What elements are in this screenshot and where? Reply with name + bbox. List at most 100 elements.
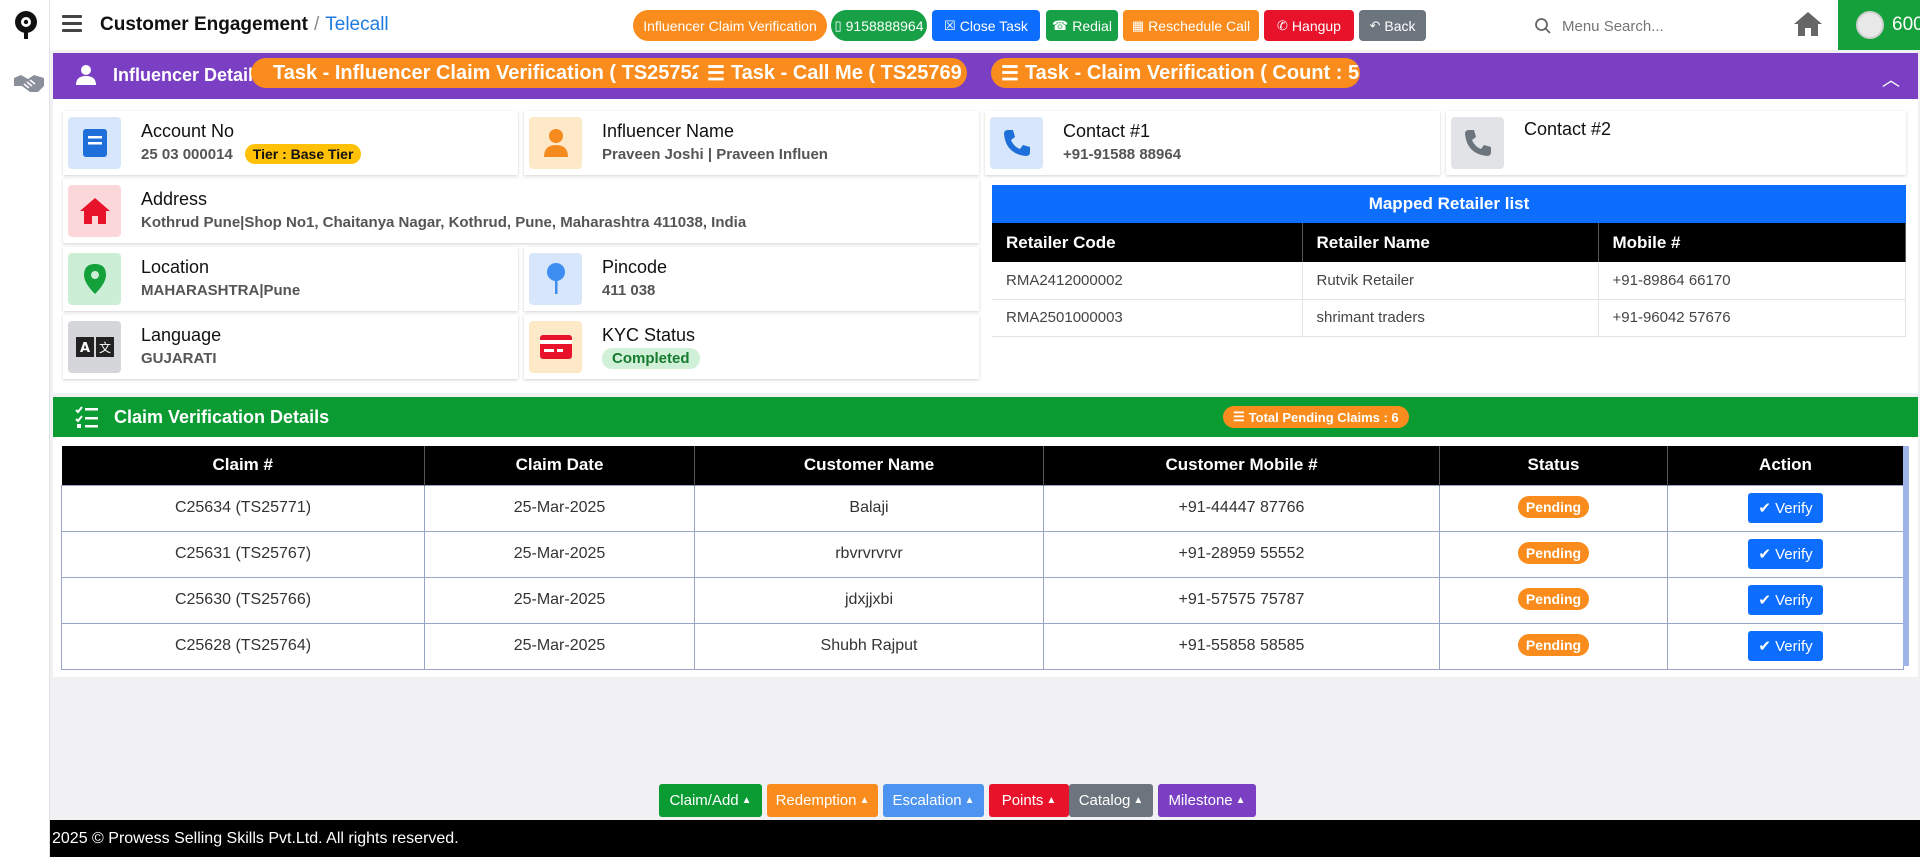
phone-pill[interactable]: ▯ 9158888964 [831,10,927,41]
account-value: 25 03 000014 Tier : Base Tier [141,144,362,164]
contact2-label: Contact #2 [1524,119,1612,139]
left-rail [0,0,50,857]
kyc-status-badge: Completed [602,348,700,369]
hangup-button[interactable]: ✆ Hangup [1264,10,1354,41]
account-label: Account No [141,121,235,141]
influencer-title: Influencer Details [113,65,264,85]
claims-header-row: Claim # Claim Date Customer Name Custome… [61,446,1904,485]
back-label: Back [1384,17,1416,34]
contact1-tile: Contact #1 +91-91588 88964 [985,111,1440,175]
claim-number: C25630 (TS25766) [61,576,425,624]
list-check-icon: ☰ [707,62,725,85]
claim-add-button[interactable]: Claim/Add ▲ [659,784,762,817]
claim-section-title: Claim Verification Details [114,407,330,427]
escalation-button[interactable]: Escalation ▲ [883,784,984,817]
breadcrumb-telecall[interactable]: Telecall [325,14,388,35]
handshake-icon[interactable] [12,70,46,96]
account-icon-box [68,117,121,169]
claims-col-header: Claim Date [424,446,695,485]
close-task-button[interactable]: ☒ Close Task [932,10,1040,41]
language-tile: A 文 Language GUJARATI [63,315,518,379]
task-pill-label: Task - Call Me ( TS25769 ) [730,61,967,84]
pincode-value: 411 038 [602,282,656,299]
verify-label: Verify [1775,638,1813,655]
task-pill-label: Task - Influencer Claim Verification ( T… [272,61,715,84]
close-box-icon: ☒ [944,17,956,33]
user-menu[interactable]: 6001 ▼ [1838,0,1920,50]
table-row: C25634 (TS25771) 25-Mar-2025 Balaji +91-… [61,484,1904,532]
address-tile: Address Kothrud Pune|Shop No1, Chaitanya… [63,179,979,243]
verify-button[interactable]: ✔ Verify [1748,493,1823,523]
reschedule-label: Reschedule Call [1148,17,1251,34]
customer-mobile: +91-55858 58585 [1043,622,1440,670]
task-pill-claim-verification[interactable]: Task - Influencer Claim Verification ( T… [251,58,725,88]
menu-search-input[interactable] [1562,17,1742,35]
phone-icon-box [1451,117,1504,169]
redial-label: Redial [1072,17,1112,34]
action-cell: ✔ Verify [1667,622,1904,670]
claim-number: C25634 (TS25771) [61,484,425,532]
map-marker-icon [83,264,106,294]
claim-verification-label: Influencer Claim Verification [643,17,817,34]
verify-label: Verify [1775,592,1813,609]
phone-icon[interactable] [1002,128,1032,158]
milestone-label: Milestone [1168,792,1233,809]
mapped-retailer-panel: Mapped Retailer list Retailer Code Retai… [992,185,1906,337]
reschedule-call-button[interactable]: ▦ Reschedule Call [1123,10,1259,41]
redial-button[interactable]: ☎ Redial [1046,10,1118,41]
status-cell: Pending [1439,622,1668,670]
language-label: Language [141,325,222,345]
action-cell: ✔ Verify [1667,484,1904,532]
customer-name: rbvrvrvrvr [694,530,1044,578]
table-row: RMA2412000002 Rutvik Retailer +91-89864 … [992,262,1906,300]
breadcrumb-main: Customer Engagement [100,14,308,35]
retailer-code: RMA2412000002 [992,262,1303,300]
chevron-up-icon: ▲ [1046,795,1057,806]
table-row: C25631 (TS25767) 25-Mar-2025 rbvrvrvrvr … [61,530,1904,578]
retailer-mobile: +91-96042 57676 [1598,299,1906,337]
phone-icon[interactable] [1463,128,1493,158]
verify-button[interactable]: ✔ Verify [1748,631,1823,661]
map-marker-icon-box [68,253,121,305]
menu-toggle-icon[interactable] [62,15,82,33]
claims-scrollbar[interactable] [1903,446,1909,666]
chevron-up-icon[interactable]: ︿ [1882,66,1900,92]
verify-button[interactable]: ✔ Verify [1748,539,1823,569]
claims-col-header: Customer Mobile # [1043,446,1440,485]
back-button[interactable]: ↶ Back [1359,10,1426,41]
menu-search[interactable] [1534,13,1754,39]
task-pill-call-me[interactable]: ☰ Task - Call Me ( TS25769 ) [697,58,967,88]
close-task-label: Close Task [959,17,1028,34]
language-icon-box: A 文 [68,321,121,373]
retailer-name: shrimant traders [1302,299,1599,337]
address-value: Kothrud Pune|Shop No1, Chaitanya Nagar, … [141,214,747,231]
mobile-icon: ▯ [834,17,842,33]
retailer-list-title: Mapped Retailer list [992,185,1906,223]
contact2-tile: Contact #2 [1446,111,1906,175]
breadcrumb-separator: / [313,14,320,35]
total-pending-badge: ☰ Total Pending Claims : 6 [1223,406,1409,428]
customer-mobile: +91-57575 75787 [1043,576,1440,624]
home-icon[interactable] [1792,9,1824,39]
points-button[interactable]: Points ▲ [989,784,1069,817]
claim-date: 25-Mar-2025 [424,622,695,670]
retailer-code: RMA2501000003 [992,299,1303,337]
location-value: MAHARASHTRA|Pune [141,282,301,299]
search-icon [1535,18,1551,34]
home-icon [79,198,110,224]
footer: 2025 © Prowess Selling Skills Pvt.Ltd. A… [50,820,1920,857]
claims-table: Claim # Claim Date Customer Name Custome… [61,446,1904,670]
reply-icon: ↶ [1369,17,1381,33]
catalog-button[interactable]: Catalog ▲ [1069,784,1153,817]
redemption-button[interactable]: Redemption ▲ [767,784,878,817]
breadcrumb: Customer Engagement / Telecall [100,14,389,36]
language-icon: A 文 [75,337,114,357]
verify-button[interactable]: ✔ Verify [1748,585,1823,615]
claim-verification-pill[interactable]: Influencer Claim Verification [633,10,827,41]
app-logo-icon[interactable] [11,10,41,40]
task-pill-claim-count[interactable]: ☰ Task - Claim Verification ( Count : 5 ) [991,58,1360,88]
claim-number: C25628 (TS25764) [61,622,425,670]
milestone-button[interactable]: Milestone ▲ [1158,784,1256,817]
account-tile: Account No 25 03 000014 Tier : Base Tier [63,111,518,175]
claims-col-header: Status [1439,446,1668,485]
